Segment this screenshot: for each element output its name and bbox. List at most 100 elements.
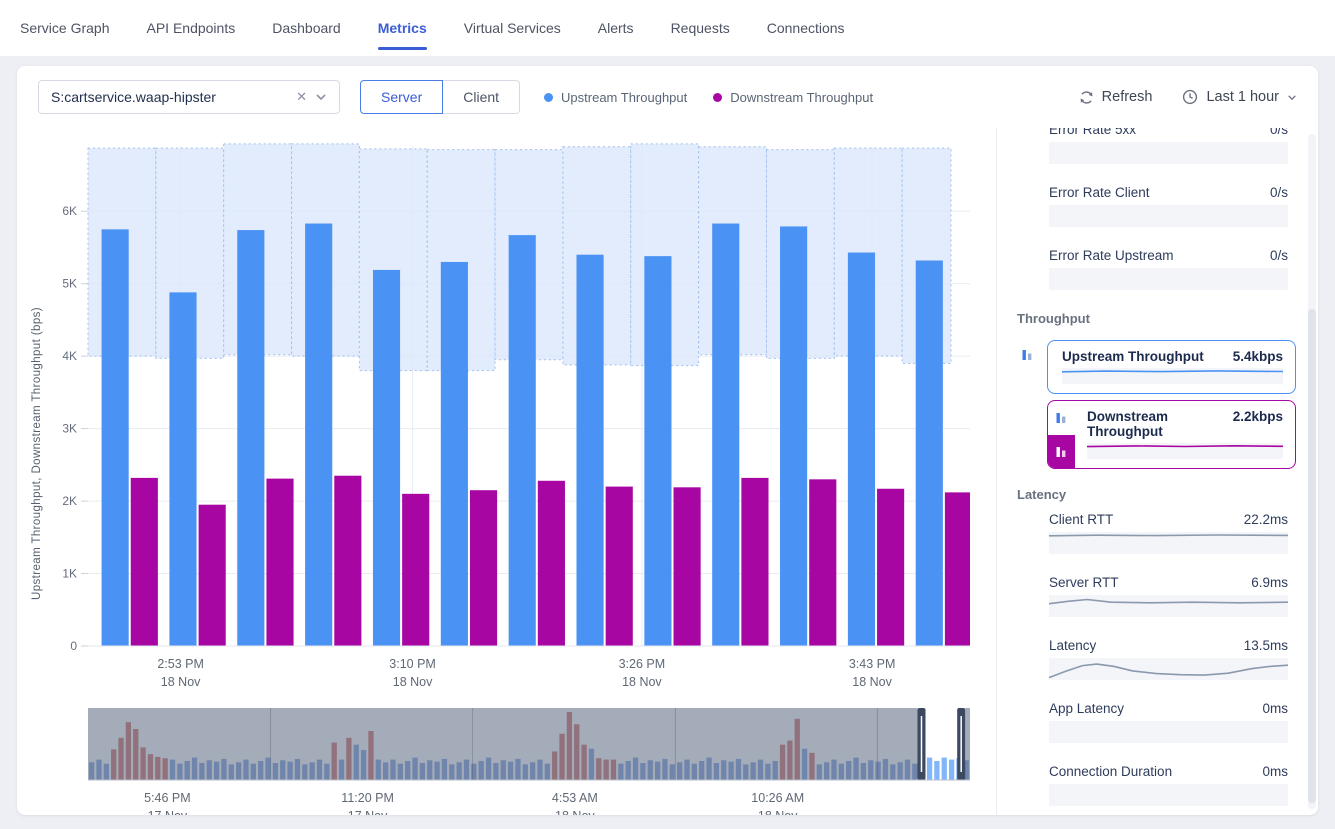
metric-card-upstream-throughput[interactable]: Upstream Throughput 5.4kbps <box>1047 340 1296 394</box>
clock-icon <box>1182 89 1198 105</box>
metric-row-error-rate-upstream[interactable]: Error Rate Upstream0/s <box>1049 248 1288 290</box>
svg-text:17 Nov: 17 Nov <box>148 809 188 815</box>
metric-value: 0/s <box>1270 128 1288 137</box>
chart-type-button-active[interactable] <box>1048 435 1075 469</box>
brush-handle-right[interactable] <box>957 708 965 780</box>
metric-sparkline-area <box>1049 658 1288 680</box>
metric-sparkline-area <box>1049 532 1288 554</box>
sidebar-scrollbar <box>1308 134 1316 809</box>
client-tab[interactable]: Client <box>443 80 520 114</box>
metric-label: App Latency <box>1049 701 1124 716</box>
metric-label: Error Rate 5xx <box>1049 128 1136 137</box>
mode-toggle: Server Client <box>360 80 520 114</box>
svg-text:3:10 PM: 3:10 PM <box>389 657 436 671</box>
y-axis-title: Upstream Throughput, Downstream Throughp… <box>31 244 45 664</box>
nav-tab-api-endpoints[interactable]: API Endpoints <box>146 20 235 36</box>
metric-row-error-rate-5xx[interactable]: Error Rate 5xx 0/s <box>1049 128 1288 164</box>
legend-label: Upstream Throughput <box>561 90 687 105</box>
metric-sparkline-area <box>1049 142 1288 164</box>
metric-row-app-latency[interactable]: App Latency 0ms <box>1049 701 1288 743</box>
metric-value: 0/s <box>1270 185 1288 200</box>
svg-text:11:20 PM: 11:20 PM <box>341 791 394 805</box>
sparkline <box>1049 658 1288 680</box>
nav-tab-dashboard[interactable]: Dashboard <box>272 20 341 36</box>
svg-text:18 Nov: 18 Nov <box>393 675 433 689</box>
service-select[interactable]: S:cartservice.waap-hipster ✕ <box>38 80 340 114</box>
chart-type-button[interactable] <box>1015 342 1039 366</box>
nav-tab-alerts[interactable]: Alerts <box>598 20 634 36</box>
service-select-value: S:cartservice.waap-hipster <box>51 89 288 105</box>
svg-text:4K: 4K <box>62 349 77 363</box>
sparkline <box>1049 595 1288 617</box>
chevron-down-icon <box>1287 94 1297 101</box>
svg-text:1K: 1K <box>62 567 77 581</box>
metric-sparkline-area <box>1049 595 1288 617</box>
metric-label: Upstream Throughput <box>1062 349 1204 364</box>
svg-text:17 Nov: 17 Nov <box>348 809 388 815</box>
svg-text:18 Nov: 18 Nov <box>758 809 798 815</box>
metric-label: Client RTT <box>1049 512 1113 527</box>
refresh-icon <box>1079 90 1094 105</box>
section-heading-throughput: Throughput <box>1017 311 1288 326</box>
svg-text:0: 0 <box>70 639 77 653</box>
server-tab[interactable]: Server <box>360 80 443 114</box>
metric-row-connection-duration[interactable]: Connection Duration0ms <box>1049 764 1288 806</box>
nav-tab-service-graph[interactable]: Service Graph <box>20 20 109 36</box>
metric-value: 22.2ms <box>1244 512 1288 527</box>
time-range-label: Last 1 hour <box>1206 89 1279 105</box>
throughput-row-downstream-throughput: Downstream Throughput2.2kbps <box>1015 400 1296 469</box>
legend-dot <box>713 93 722 102</box>
metric-value: 6.9ms <box>1251 575 1288 590</box>
metric-label: Latency <box>1049 638 1096 653</box>
metric-sparkline-area <box>1049 784 1288 806</box>
brush-handle-left[interactable] <box>917 708 925 780</box>
metric-value: 13.5ms <box>1244 638 1288 653</box>
main-throughput-chart[interactable]: 01K2K3K4K5K6K2:53 PM18 Nov3:10 PM18 Nov3… <box>33 140 978 697</box>
nav-tab-requests[interactable]: Requests <box>671 20 730 36</box>
refresh-button[interactable]: Refresh <box>1079 89 1153 105</box>
nav-tab-virtual-services[interactable]: Virtual Services <box>464 20 561 36</box>
section-heading-latency: Latency <box>1017 487 1288 502</box>
metrics-panel: S:cartservice.waap-hipster ✕ Server Clie… <box>17 66 1318 815</box>
svg-text:3K: 3K <box>62 422 77 436</box>
bar-chart-icon <box>1055 445 1068 458</box>
metric-row-latency[interactable]: Latency 13.5ms <box>1049 638 1288 680</box>
metric-value: 0/s <box>1270 248 1288 263</box>
legend-item-upstream-throughput[interactable]: Upstream Throughput <box>544 90 687 105</box>
svg-text:5K: 5K <box>62 277 77 291</box>
clear-icon[interactable]: ✕ <box>296 89 307 105</box>
metric-sparkline-area <box>1049 721 1288 743</box>
throughput-row-upstream-throughput: Upstream Throughput 5.4kbps <box>1015 340 1296 394</box>
legend-item-downstream-throughput[interactable]: Downstream Throughput <box>713 90 873 105</box>
metric-sparkline-area <box>1049 205 1288 227</box>
metric-row-server-rtt[interactable]: Server RTT 6.9ms <box>1049 575 1288 617</box>
svg-text:5:46 PM: 5:46 PM <box>144 791 191 805</box>
metric-card-downstream-throughput[interactable]: Downstream Throughput2.2kbps <box>1047 400 1296 469</box>
svg-text:18 Nov: 18 Nov <box>161 675 201 689</box>
bar-chart-icon <box>1055 411 1068 424</box>
svg-text:6K: 6K <box>62 204 77 218</box>
nav-tab-metrics[interactable]: Metrics <box>378 20 427 36</box>
top-navigation: Service Graph API Endpoints Dashboard Metri… <box>0 0 1335 56</box>
metric-label: Server RTT <box>1049 575 1119 590</box>
metric-value: 0ms <box>1262 701 1288 716</box>
sparkline <box>1049 532 1288 554</box>
metric-row-error-rate-client[interactable]: Error Rate Client0/s <box>1049 185 1288 227</box>
svg-text:3:43 PM: 3:43 PM <box>849 657 896 671</box>
chevron-down-icon[interactable] <box>315 93 327 101</box>
metric-label: Connection Duration <box>1049 764 1172 779</box>
svg-text:18 Nov: 18 Nov <box>555 809 595 815</box>
legend-dot <box>544 93 553 102</box>
sparkline <box>1087 443 1283 459</box>
time-range-select[interactable]: Last 1 hour <box>1182 89 1297 105</box>
legend-label: Downstream Throughput <box>730 90 873 105</box>
timeline-brush-chart[interactable]: 5:46 PM17 Nov11:20 PM17 Nov4:53 AM18 Nov… <box>33 708 978 815</box>
refresh-label: Refresh <box>1102 89 1153 105</box>
svg-text:3:26 PM: 3:26 PM <box>619 657 666 671</box>
chart-type-button[interactable] <box>1048 401 1075 435</box>
metric-row-client-rtt[interactable]: Client RTT 22.2ms <box>1049 512 1288 554</box>
scrollbar-thumb[interactable] <box>1308 309 1316 803</box>
nav-tab-connections[interactable]: Connections <box>767 20 845 36</box>
metric-value: 5.4kbps <box>1233 349 1283 364</box>
panel-content: Upstream Throughput, Downstream Throughp… <box>17 128 1318 815</box>
